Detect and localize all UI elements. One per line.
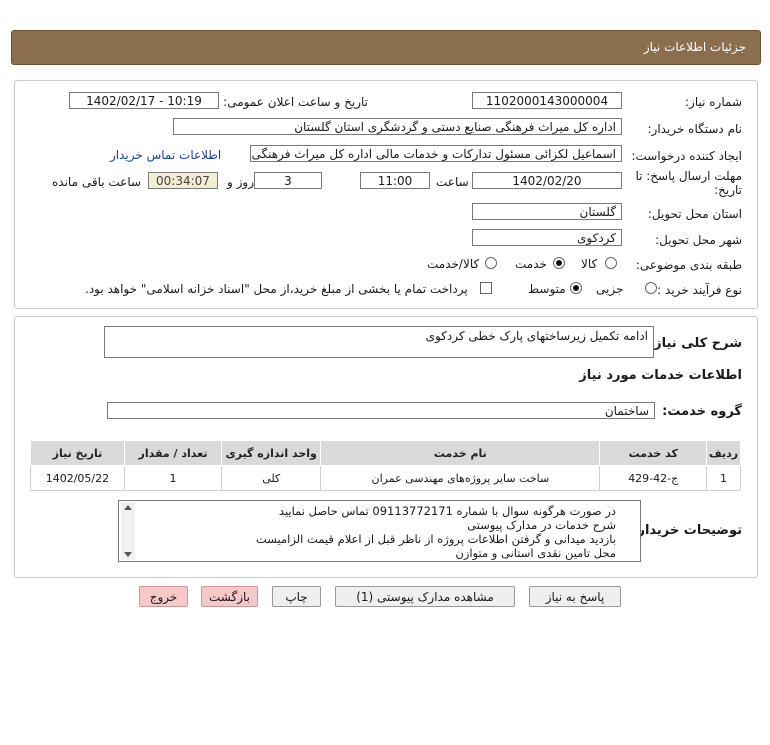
cell-need-date: 1402/05/22	[30, 465, 125, 491]
remaining-time-field: 00:34:07	[148, 172, 218, 189]
back-button[interactable]: بازگشت	[201, 586, 258, 607]
category-option-goods-service: کالا/خدمت	[427, 257, 480, 271]
cell-service-code: ج-42-429	[599, 465, 708, 491]
process-label: نوع فرآیند خرید :	[657, 283, 742, 297]
table-header-row: ردیف کد خدمت نام خدمت واحد اندازه گیری ت…	[30, 440, 741, 466]
deadline-date-field: 1402/02/20	[472, 172, 622, 189]
service-group-label: گروه خدمت:	[662, 404, 742, 419]
buyer-note-line: بازدید میدانی و گرفتن اطلاعات پروژه از ن…	[255, 532, 616, 546]
creator-label: ایجاد کننده درخواست:	[631, 149, 742, 163]
need-number-label: شماره نیاز:	[685, 95, 742, 109]
buyer-note-line: در صورت هرگونه سوال با شماره 09113772171…	[278, 504, 616, 518]
summary-label: شرح کلی نیاز:	[648, 336, 742, 351]
process-radio-medium[interactable]	[570, 282, 582, 294]
col-need-date: تاریخ نیاز	[30, 440, 125, 466]
creator-field: اسماعیل لکزائی مسئول تدارکات و خدمات مال…	[250, 145, 622, 162]
city-label: شهر محل تحویل:	[655, 233, 742, 247]
remaining-label: ساعت باقی مانده	[52, 175, 142, 189]
province-label: استان محل تحویل:	[647, 207, 742, 221]
scroll-up-icon[interactable]	[124, 505, 132, 510]
contact-buyer-link[interactable]: اطلاعات تماس خریدار	[110, 148, 221, 162]
process-radio-minor[interactable]	[645, 282, 657, 294]
col-service-code: کد خدمت	[599, 440, 708, 466]
buyer-notes-label: توضیحات خریدار:	[632, 523, 742, 538]
page-title: جزئیات اطلاعات نیاز	[643, 40, 746, 54]
col-unit: واحد اندازه گیری	[221, 440, 322, 466]
service-group-field: ساختمان	[107, 402, 655, 419]
buyer-field: اداره کل میراث فرهنگی صنایع دستی و گردشگ…	[173, 118, 622, 135]
reply-button[interactable]: پاسخ به نیاز	[529, 586, 621, 607]
announce-label: تاریخ و ساعت اعلان عمومی:	[223, 95, 368, 109]
exit-button[interactable]: خروج	[139, 586, 188, 607]
days-field: 3	[254, 172, 322, 189]
category-radio-goods[interactable]	[605, 257, 617, 269]
buyer-note-line: شرح خدمات در مدارک پیوستی	[467, 518, 616, 532]
category-option-goods: کالا	[581, 257, 598, 271]
cell-unit: کلی	[221, 465, 322, 491]
treasury-text: پرداخت تمام یا بخشی از مبلغ خرید،از محل …	[85, 282, 468, 296]
scroll-down-icon[interactable]	[124, 552, 132, 557]
services-table: ردیف کد خدمت نام خدمت واحد اندازه گیری ت…	[30, 440, 741, 491]
attachments-button[interactable]: مشاهده مدارک پیوستی (1)	[335, 586, 515, 607]
category-label: طبقه بندی موضوعی:	[635, 258, 742, 272]
col-row-number: ردیف	[706, 440, 741, 466]
cell-quantity: 1	[123, 465, 223, 491]
col-service-name: نام خدمت	[320, 440, 601, 466]
province-field: گلستان	[472, 203, 622, 220]
buyer-label: نام دستگاه خریدار:	[647, 122, 743, 136]
category-radio-goods-service[interactable]	[485, 257, 497, 269]
notes-scrollbar[interactable]	[121, 502, 135, 560]
buyer-notes-field[interactable]: در صورت هرگونه سوال با شماره 09113772171…	[118, 500, 641, 562]
cell-service-name: ساخت سایر پروژه‌های مهندسی عمران	[320, 465, 601, 491]
category-option-service: خدمت	[515, 257, 547, 271]
info-panel	[14, 80, 758, 309]
deadline-label: مهلت ارسال پاسخ: تا	[635, 169, 742, 183]
cell-row-number: 1	[706, 465, 741, 491]
process-option-medium: متوسط	[528, 282, 566, 296]
city-field: کردکوی	[472, 229, 622, 246]
buyer-note-line: محل تامین نقدی استانی و متوازن	[455, 546, 616, 560]
announce-field: 1402/02/17 - 10:19	[69, 92, 219, 109]
table-row: 1 ج-42-429 ساخت سایر پروژه‌های مهندسی عم…	[30, 465, 741, 491]
page-header: جزئیات اطلاعات نیاز	[11, 30, 761, 65]
summary-field: ادامه تکمیل زیرساختهای پارک خطی کردکوی	[104, 326, 654, 358]
process-option-minor: جزیی	[596, 282, 624, 296]
days-label: روز و	[227, 175, 254, 189]
deadline-label-date: تاریخ:	[714, 183, 742, 197]
need-number-field: 1102000143000004	[472, 92, 622, 109]
services-heading: اطلاعات خدمات مورد نیاز	[579, 368, 742, 383]
deadline-time-field: 11:00	[360, 172, 430, 189]
time-label: ساعت	[436, 175, 469, 189]
treasury-checkbox[interactable]	[480, 282, 492, 294]
col-quantity: تعداد / مقدار	[123, 440, 223, 466]
category-radio-service[interactable]	[553, 257, 565, 269]
print-button[interactable]: چاپ	[272, 586, 321, 607]
